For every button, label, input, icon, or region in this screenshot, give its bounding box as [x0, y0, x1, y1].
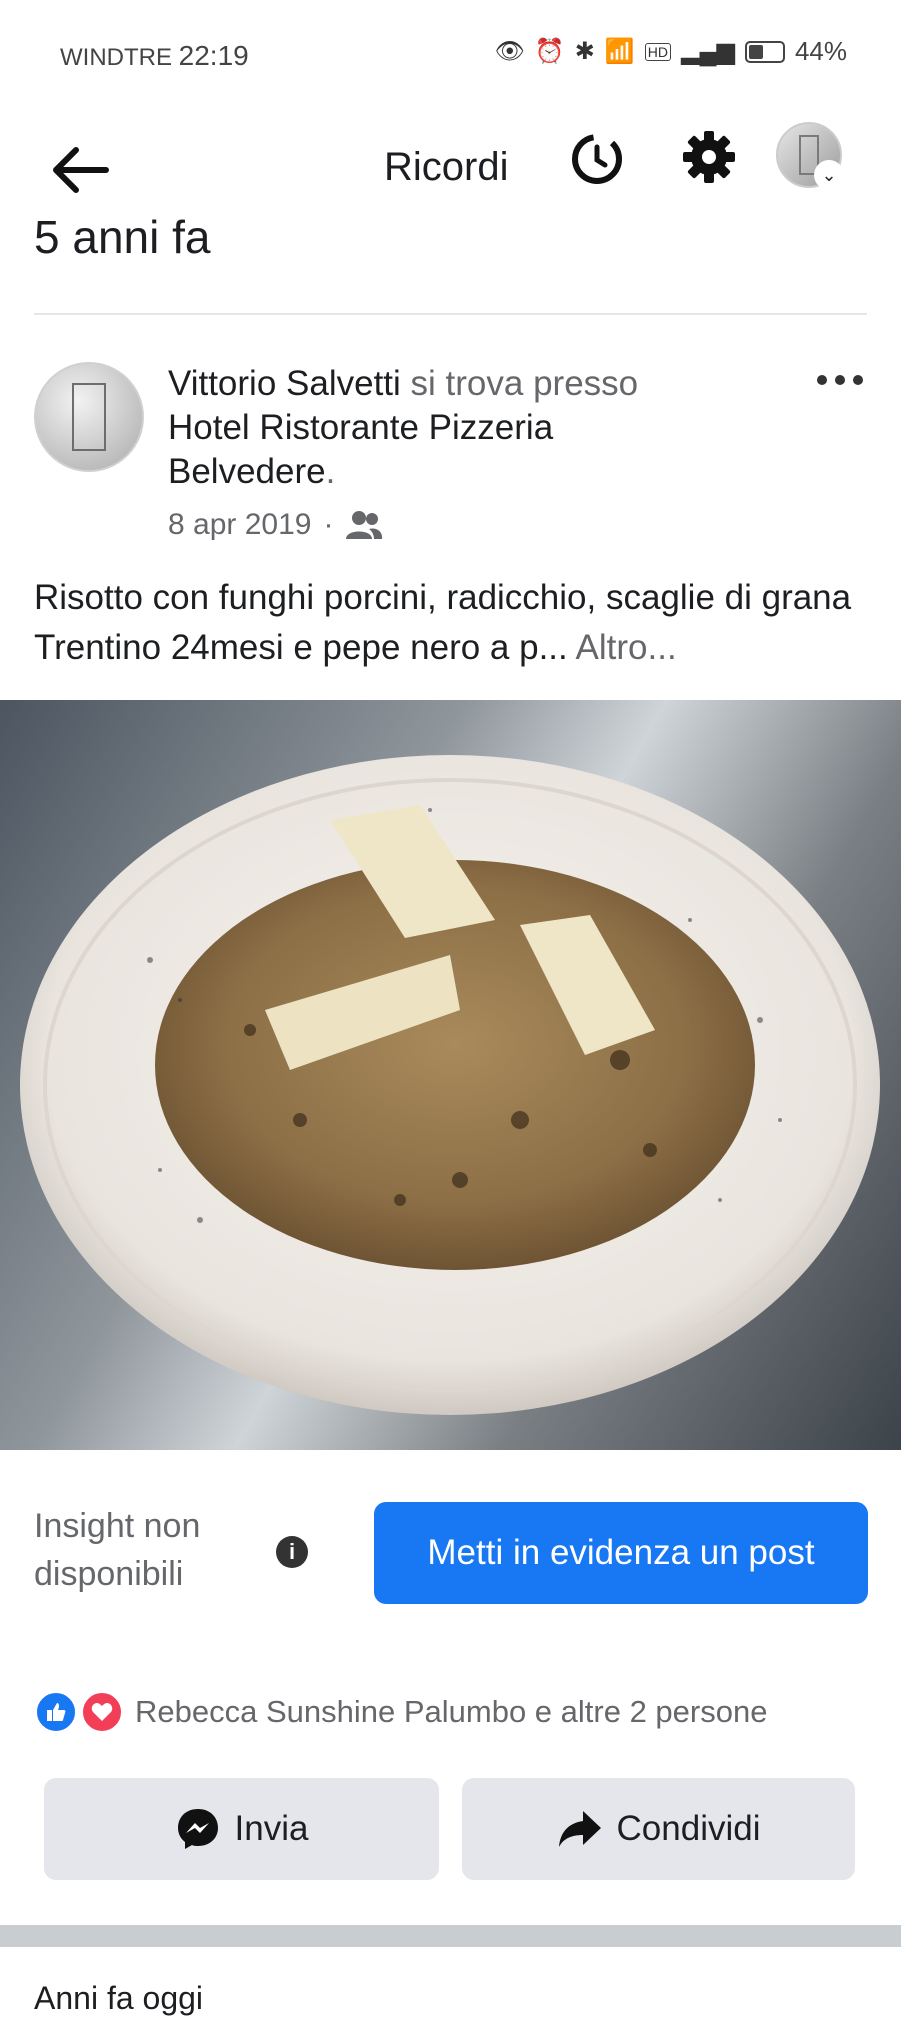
- post-meta: 8 apr 2019 ·: [168, 508, 383, 542]
- post-date[interactable]: 8 apr 2019: [168, 508, 311, 542]
- bluetooth-icon: ✱: [574, 38, 595, 65]
- boost-post-button[interactable]: Metti in evidenza un post: [374, 1502, 868, 1604]
- send-button[interactable]: Invia: [44, 1778, 439, 1880]
- thumbs-up-icon: [47, 1703, 66, 1721]
- battery-icon: [744, 40, 785, 63]
- author-logo: [72, 383, 106, 451]
- signal-icon: ▂▄▆: [681, 38, 735, 65]
- reactions-summary[interactable]: Rebecca Sunshine Palumbo e altre 2 perso…: [135, 1692, 767, 1732]
- divider: [34, 313, 867, 315]
- clock-history-icon: [572, 134, 622, 184]
- author-avatar[interactable]: [34, 362, 144, 472]
- meta-separator: ·: [323, 508, 334, 541]
- more-dots-icon: [817, 375, 863, 385]
- back-button[interactable]: [40, 130, 120, 210]
- love-reaction-icon: [80, 1690, 124, 1734]
- battery-percent: 44%: [794, 36, 847, 66]
- risotto-photo-illustration: [20, 755, 880, 1415]
- messenger-icon: [177, 1809, 218, 1849]
- memories-history-button[interactable]: [562, 122, 632, 192]
- author-name[interactable]: Vittorio Salvetti: [168, 364, 401, 403]
- back-arrow-icon: [53, 147, 109, 193]
- eye-icon: 👁: [494, 38, 525, 65]
- post-header: Vittorio Salvetti si trova presso Hotel …: [168, 362, 728, 494]
- share-button[interactable]: Condividi: [462, 1778, 855, 1880]
- checkin-connector: si trova presso: [410, 364, 639, 403]
- post-text: Risotto con funghi porcini, radicchio, s…: [34, 573, 874, 673]
- carrier-label: WINDTRE: [60, 44, 172, 71]
- post-body: Risotto con funghi porcini, radicchio, s…: [34, 578, 852, 667]
- post-photo[interactable]: [0, 700, 901, 1450]
- battery-fill: [748, 44, 764, 59]
- share-arrow-icon: [558, 1811, 601, 1847]
- more-options-button[interactable]: [816, 362, 876, 402]
- gear-icon: [683, 131, 735, 183]
- status-right: 👁 ⏰ ✱ 📶 HD ▂▄▆ 44%: [494, 36, 847, 67]
- next-memory-heading: Anni fa oggi: [34, 1980, 204, 2016]
- place-suffix: .: [325, 452, 336, 491]
- place-name[interactable]: Hotel Ristorante Pizzeria Belvedere: [168, 408, 553, 491]
- send-label: Invia: [234, 1809, 309, 1848]
- info-icon[interactable]: i: [276, 1536, 308, 1568]
- heart-icon: [91, 1703, 113, 1721]
- chevron-down-icon[interactable]: ⌄: [814, 160, 844, 190]
- clock: 22:19: [178, 40, 249, 71]
- share-label: Condividi: [616, 1809, 761, 1848]
- status-bar: WINDTRE 22:19 👁 ⏰ ✱ 📶 HD ▂▄▆ 44%: [0, 0, 901, 110]
- memories-years-heading: 5 anni fa: [34, 211, 211, 263]
- hd-badge: HD: [644, 42, 672, 61]
- status-left: WINDTRE 22:19: [60, 40, 249, 72]
- alarm-icon: ⏰: [534, 38, 565, 65]
- settings-button[interactable]: [674, 122, 744, 192]
- insights-unavailable: Insight non disponibili: [34, 1507, 201, 1593]
- page-title: Ricordi: [384, 145, 509, 189]
- section-separator: [0, 1925, 901, 1947]
- see-more-link[interactable]: Altro...: [576, 628, 677, 667]
- like-reaction-icon: [34, 1690, 78, 1734]
- wifi-icon: 📶: [604, 38, 635, 65]
- friends-icon: [346, 511, 383, 539]
